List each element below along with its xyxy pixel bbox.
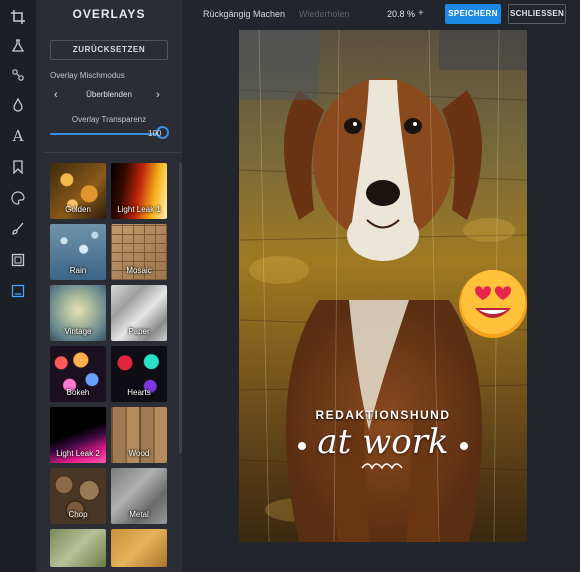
overlay-tile-vintage[interactable]: Vintage [50, 285, 106, 341]
palette-icon[interactable] [9, 189, 27, 207]
overlay-tile-label: Mosaic [126, 266, 152, 275]
drop-icon[interactable] [9, 96, 27, 114]
heart-eyes-emoji-sticker[interactable] [457, 268, 529, 340]
overlay-tile-golden[interactable]: Golden [50, 163, 106, 219]
overlay-tile-partial-1[interactable] [50, 529, 106, 567]
overlays-panel: OVERLAYS ZURÜCKSETZEN Overlay Mischmodus… [36, 0, 182, 572]
undo-button[interactable]: Rückgängig Machen [203, 9, 285, 19]
transparency-value: 100 [148, 129, 162, 138]
overlay-tile-metal[interactable]: Metal [111, 468, 167, 524]
filter-icon[interactable] [9, 37, 27, 55]
top-toolbar: Rückgängig Machen Wiederholen 20.8 % + S… [182, 0, 580, 30]
blend-mode-selector: ‹ Überblenden › [50, 88, 168, 102]
overlay-tile-paper[interactable]: Paper [111, 285, 167, 341]
overlay-tile-wood[interactable]: Wood [111, 407, 167, 463]
overlay-icon[interactable] [9, 282, 27, 300]
overlay-tile-label: Vintage [64, 327, 92, 336]
reset-button[interactable]: ZURÜCKSETZEN [50, 40, 168, 60]
tool-rail: A [0, 0, 37, 572]
caption-ornament-icon [298, 442, 468, 470]
overlay-tile-label: Chop [68, 510, 88, 519]
panel-divider [44, 152, 182, 153]
overlay-tile-label: Bokeh [66, 388, 90, 397]
overlay-tile-label: Hearts [127, 388, 151, 397]
adjust-icon[interactable] [9, 66, 27, 84]
save-button[interactable]: SPEICHERN [445, 4, 501, 24]
text-icon[interactable]: A [9, 127, 27, 145]
overlay-tile-label: Light Leak 1 [117, 205, 161, 214]
bookmark-icon[interactable] [9, 158, 27, 176]
overlay-tile-label: Light Leak 2 [56, 449, 100, 458]
overlay-tile-rain[interactable]: Rain [50, 224, 106, 280]
redo-button[interactable]: Wiederholen [299, 9, 350, 19]
overlay-tile-partial-2[interactable] [111, 529, 167, 567]
transparency-slider-track[interactable] [50, 133, 162, 135]
transparency-label: Overlay Transparenz [71, 115, 147, 124]
overlay-tile-hearts[interactable]: Hearts [111, 346, 167, 402]
overlay-tile-bokeh[interactable]: Bokeh [50, 346, 106, 402]
panel-title: OVERLAYS [72, 7, 146, 21]
overlay-tile-label: Rain [69, 266, 87, 275]
overlay-tile-label: Golden [65, 205, 91, 214]
overlay-tile-light-leak-1[interactable]: Light Leak 1 [111, 163, 167, 219]
close-button[interactable]: SCHLIESSEN [508, 4, 566, 24]
crop-icon[interactable] [9, 8, 27, 26]
overlay-tile-label: Metal [129, 510, 149, 519]
overlay-tile-chop[interactable]: Chop [50, 468, 106, 524]
blend-mode-value: Überblenden [86, 90, 132, 99]
zoom-in-button[interactable]: + [418, 8, 424, 19]
overlay-tile-label: Wood [128, 449, 150, 458]
overlay-tile-label: Paper [128, 327, 150, 336]
caption-headline[interactable]: REDAKTIONSHUND [239, 408, 527, 422]
canvas-area: REDAKTIONSHUND at work [182, 30, 580, 572]
brush-icon[interactable] [9, 220, 27, 238]
chevron-right-icon[interactable]: › [156, 88, 160, 102]
frame-icon[interactable] [9, 251, 27, 269]
zoom-level: 20.8 % [387, 9, 416, 19]
overlay-tile-light-leak-2[interactable]: Light Leak 2 [50, 407, 106, 463]
overlay-tile-mosaic[interactable]: Mosaic [111, 224, 167, 280]
blend-mode-label: Overlay Mischmodus [50, 71, 125, 80]
